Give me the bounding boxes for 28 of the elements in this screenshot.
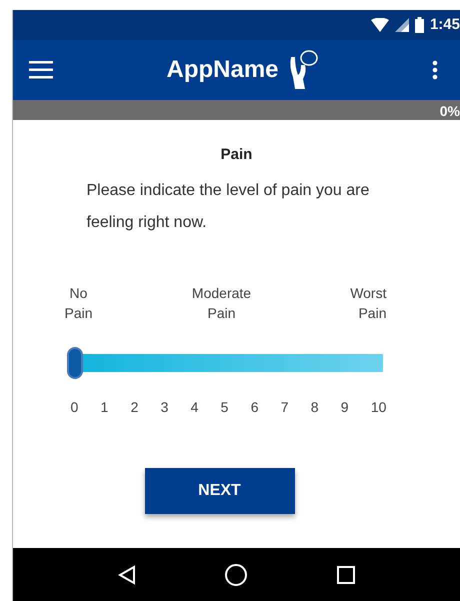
scale-label: Worst Pain xyxy=(349,284,386,322)
slider-thumb[interactable] xyxy=(66,346,82,378)
menu-icon[interactable] xyxy=(29,61,53,79)
tick-label: 7 xyxy=(280,398,289,416)
tick-label: 9 xyxy=(340,398,349,416)
battery-icon xyxy=(414,17,424,33)
tick-label: 5 xyxy=(220,398,228,416)
wifi-icon xyxy=(370,18,389,32)
time-text: 1:45 xyxy=(430,14,460,35)
back-icon[interactable] xyxy=(116,564,137,584)
next-button[interactable]: NEXT xyxy=(144,468,294,514)
question-text: Please indicate the level of pain you are feeling right now. xyxy=(86,180,370,232)
tick-label: 2 xyxy=(130,398,138,416)
recents-icon[interactable] xyxy=(336,564,356,584)
scale-label: No Pain xyxy=(63,284,94,322)
tick-label: 4 xyxy=(190,398,198,416)
tick-label: 3 xyxy=(160,398,168,416)
more-options-icon[interactable] xyxy=(432,60,438,80)
tick-label: 1 xyxy=(100,398,108,416)
tick-label: 8 xyxy=(310,398,319,416)
question-title: Pain xyxy=(220,145,252,165)
app-title: AppName xyxy=(166,55,279,85)
home-icon[interactable] xyxy=(224,562,248,586)
scale-label: Moderate Pain xyxy=(190,284,252,322)
signal-icon xyxy=(394,18,409,32)
tick-label: 6 xyxy=(250,398,258,416)
tick-label: 0 xyxy=(70,398,78,416)
tick-label: 10 xyxy=(370,398,386,416)
